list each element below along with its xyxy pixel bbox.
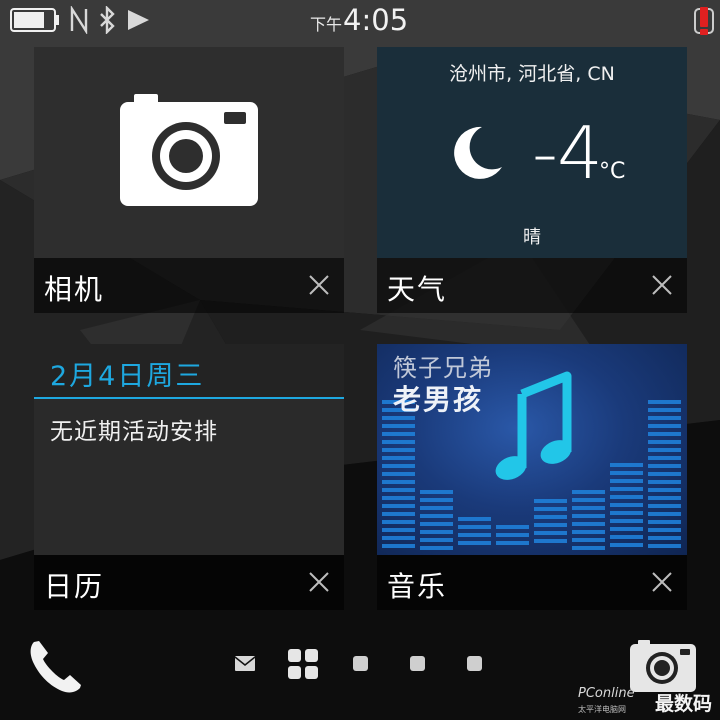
close-icon[interactable]: [308, 274, 330, 296]
tile-music[interactable]: 筷子兄弟 老男孩 音乐: [377, 344, 687, 610]
camera-icon[interactable]: [630, 640, 696, 692]
calendar-date: 2月4日周三: [50, 361, 205, 392]
tile-title: 日历: [44, 570, 105, 603]
eq-column: [458, 517, 491, 545]
eq-column: [610, 463, 643, 547]
clock-ampm: 下午: [310, 15, 343, 34]
phone-icon[interactable]: [26, 636, 86, 696]
play-icon: [128, 10, 149, 30]
weather-condition: 晴: [523, 227, 541, 248]
eq-column: [382, 400, 415, 548]
weather-temperature: -4: [532, 111, 603, 195]
close-icon[interactable]: [308, 571, 330, 593]
music-tile-body[interactable]: 筷子兄弟 老男孩: [377, 344, 687, 555]
tile-weather[interactable]: 沧州市, 河北省, CN -4 °C 晴 天气: [377, 47, 687, 313]
status-clock: 下午 4:05: [310, 0, 430, 40]
camera-tile-body[interactable]: [34, 47, 344, 258]
status-bar: 下午 4:05: [0, 0, 720, 40]
music-song-title: 老男孩: [393, 383, 484, 416]
battery-icon: [10, 8, 59, 32]
eq-column: [648, 400, 681, 548]
tile-footer: 相机: [34, 258, 344, 313]
tile-camera[interactable]: 相机: [34, 47, 344, 313]
apps-icon[interactable]: [288, 649, 318, 679]
watermark-logo: PConline: [578, 686, 635, 701]
tile-title: 相机: [44, 273, 105, 306]
moon-icon: [454, 126, 502, 179]
page-indicator-dot[interactable]: [467, 656, 482, 671]
calendar-divider: [34, 397, 344, 399]
tile-title: 音乐: [387, 570, 448, 603]
alert-icon[interactable]: [694, 6, 714, 36]
bluetooth-icon: [100, 6, 115, 34]
camera-icon: [120, 94, 258, 206]
close-icon[interactable]: [651, 571, 673, 593]
weather-tile-body[interactable]: 沧州市, 河北省, CN -4 °C 晴: [377, 47, 687, 258]
eq-column: [534, 499, 567, 543]
tile-footer: 音乐: [377, 555, 687, 610]
page-indicator-dot[interactable]: [410, 656, 425, 671]
eq-column: [420, 490, 453, 550]
music-note-icon: [495, 371, 572, 480]
eq-column: [496, 525, 529, 545]
tile-calendar[interactable]: 2月4日周三 无近期活动安排 日历: [34, 344, 344, 610]
weather-location: 沧州市, 河北省, CN: [449, 63, 615, 85]
clock-time: 4:05: [343, 3, 409, 37]
watermark-subtitle: 太平洋电脑网: [578, 705, 626, 714]
eq-column: [572, 490, 605, 550]
mail-icon[interactable]: [235, 656, 255, 671]
tile-footer: 日历: [34, 555, 344, 610]
calendar-header: 2月4日周三: [34, 344, 344, 399]
page-indicator-dot[interactable]: [353, 656, 368, 671]
tile-title: 天气: [387, 273, 448, 306]
close-icon[interactable]: [651, 274, 673, 296]
nfc-icon: [70, 6, 88, 34]
watermark-brand: 最数码: [655, 693, 713, 715]
tile-footer: 天气: [377, 258, 687, 313]
calendar-empty-text: 无近期活动安排: [50, 419, 218, 445]
calendar-tile-body[interactable]: 2月4日周三 无近期活动安排: [34, 344, 344, 555]
weather-unit: °C: [599, 159, 626, 184]
